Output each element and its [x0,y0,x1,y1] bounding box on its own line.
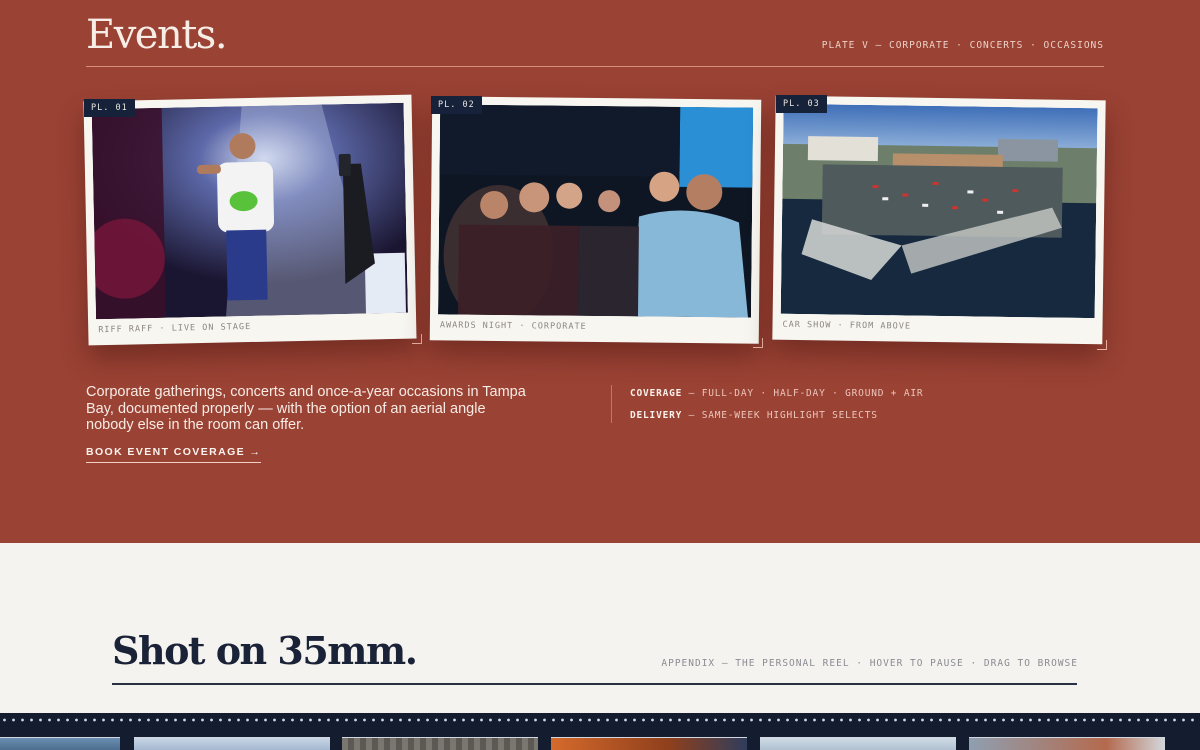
reel-meta: APPENDIX — THE PERSONAL REEL · HOVER TO … [661,658,1078,669]
awards-night-photo [438,104,754,318]
reel-title: Shot on 35mm. [112,628,418,673]
plate-tag: PL. 03 [776,95,827,113]
spec-label: COVERAGE [630,388,683,399]
plate-corner-mark [753,338,763,348]
spec-value: — SAME-WEEK HIGHLIGHT SELECTS [682,410,878,421]
film-frame[interactable] [760,737,956,750]
specs-divider [611,385,612,423]
plate-tag: PL. 01 [84,99,135,117]
film-frame[interactable] [969,737,1165,750]
events-divider [86,66,1104,67]
film-frame[interactable] [0,737,120,750]
film-perforations [0,718,1200,722]
plate-corner-mark [1097,340,1107,350]
concert-photo [91,102,408,320]
plate-2[interactable]: AWARDS NIGHT · CORPORATE [429,96,762,344]
plate-1[interactable]: RIFF RAFF · LIVE ON STAGE [83,94,417,346]
spec-label: DELIVERY [630,410,683,421]
events-title: Events. [86,12,228,58]
film-frame[interactable] [342,737,538,750]
coverage-spec: COVERAGE — FULL-DAY · HALF-DAY · GROUND … [630,388,923,399]
spec-value: — FULL-DAY · HALF-DAY · GROUND + AIR [682,388,924,399]
events-section: Events. PLATE V — CORPORATE · CONCERTS ·… [0,0,1200,543]
film-frame[interactable] [134,737,330,750]
plate-corner-mark [412,334,422,344]
plate-caption: RIFF RAFF · LIVE ON STAGE [98,321,252,336]
car-show-photo [780,103,1098,319]
film-frame[interactable] [551,737,747,750]
events-description: Corporate gatherings, concerts and once-… [86,384,526,433]
delivery-spec: DELIVERY — SAME-WEEK HIGHLIGHT SELECTS [630,410,878,421]
plate-caption: CAR SHOW · FROM ABOVE [782,319,912,332]
events-meta: PLATE V — CORPORATE · CONCERTS · OCCASIO… [821,40,1104,51]
plate-caption: AWARDS NIGHT · CORPORATE [439,320,587,332]
plate-3[interactable]: CAR SHOW · FROM ABOVE [772,95,1106,345]
film-strip[interactable] [0,713,1200,750]
plate-tag: PL. 02 [431,96,482,114]
book-event-coverage-link[interactable]: BOOK EVENT COVERAGE → [86,446,262,463]
reel-divider [112,683,1077,685]
